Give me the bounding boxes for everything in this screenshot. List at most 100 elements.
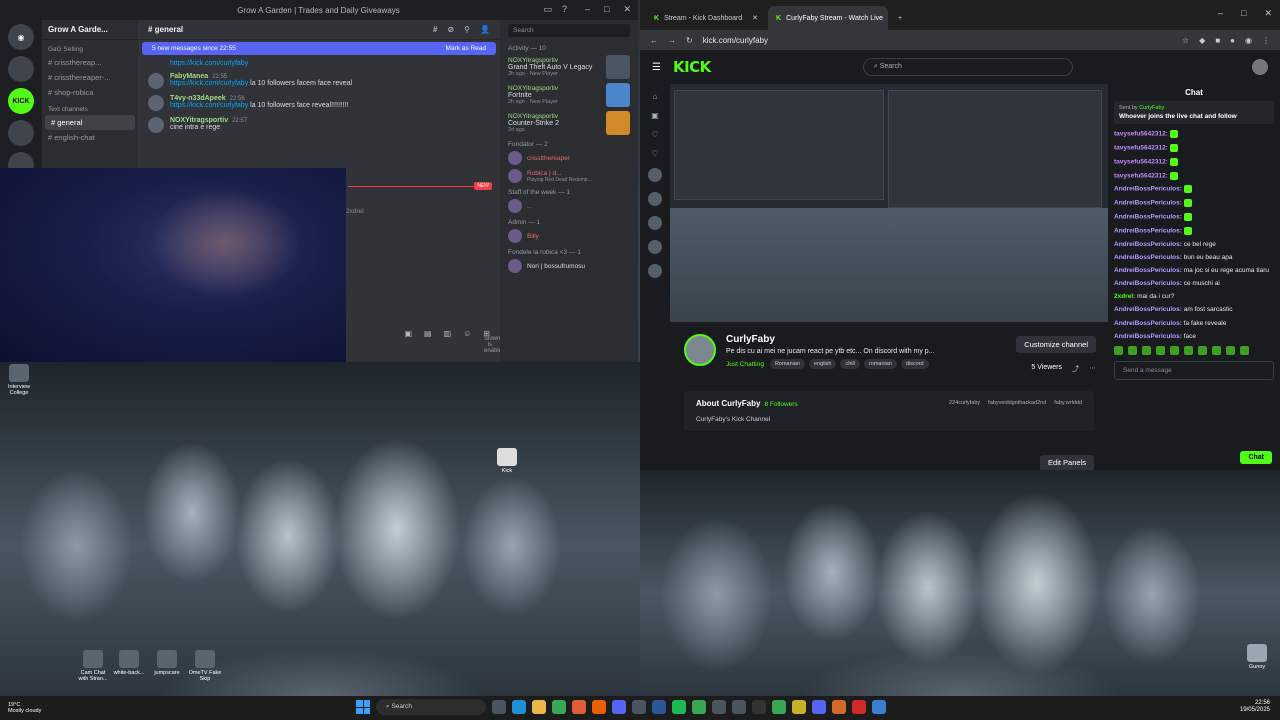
more-icon[interactable]: ⋯: [1089, 364, 1096, 374]
send-message-input[interactable]: Send a message: [1114, 360, 1274, 380]
extension-icon[interactable]: ●: [1230, 36, 1235, 45]
channel-item[interactable]: # shop-robica: [42, 85, 138, 100]
member-item[interactable]: Billy: [508, 229, 630, 243]
followed-channel-avatar[interactable]: [648, 264, 662, 278]
category-link[interactable]: Just Chatting: [726, 361, 764, 368]
mute-icon[interactable]: ⊘: [447, 25, 454, 34]
desktop-icon-white-back[interactable]: white-back...: [112, 650, 146, 676]
chat-username[interactable]: AndreiBossPericulos:: [1114, 267, 1182, 274]
channel-item[interactable]: # crissthereaper-...: [42, 70, 138, 85]
profile-icon[interactable]: ◉: [1245, 36, 1252, 45]
pin-icon[interactable]: ⚲: [464, 25, 470, 34]
new-messages-bar[interactable]: 5 new messages since 22:55 Mark as Read: [142, 42, 496, 55]
mark-as-read-button[interactable]: Mark as Read: [446, 45, 486, 52]
social-link[interactable]: 224curlyfaby: [949, 400, 980, 406]
url-field[interactable]: kick.com/curlyfaby: [703, 36, 1172, 45]
avatar[interactable]: [148, 117, 164, 133]
new-tab-button[interactable]: +: [890, 6, 910, 30]
emote-icon[interactable]: [1114, 345, 1123, 355]
server-icon[interactable]: [8, 56, 34, 82]
obs-icon[interactable]: [752, 700, 766, 714]
tag[interactable]: english: [809, 359, 837, 369]
tab-kick-dashboard[interactable]: K Stream - Kick Dashboard ✕: [646, 6, 766, 30]
emote-icon[interactable]: [1128, 345, 1137, 355]
emote-icon[interactable]: [1170, 345, 1179, 355]
chrome-icon[interactable]: [772, 700, 786, 714]
start-button[interactable]: [356, 700, 370, 714]
message-author[interactable]: NOXYitragsportiv: [170, 117, 228, 124]
kick-server-icon[interactable]: KICK: [8, 88, 34, 114]
emote-icon[interactable]: [1184, 345, 1193, 355]
app-icon[interactable]: [572, 700, 586, 714]
chrome-icon[interactable]: [692, 700, 706, 714]
app-icon[interactable]: [792, 700, 806, 714]
chat-username[interactable]: AndreiBossPericulos:: [1114, 200, 1182, 207]
task-view-icon[interactable]: [492, 700, 506, 714]
search-input[interactable]: ⌕ Search: [862, 58, 1073, 76]
weather-widget[interactable]: 19°C Mostly cloudy: [8, 702, 128, 714]
hamburger-menu-icon[interactable]: ☰: [652, 62, 661, 73]
tab-curlyfaby-stream[interactable]: KCurlyFaby Stream - Watch Live✕: [768, 6, 888, 30]
followed-channel-avatar[interactable]: [648, 216, 662, 230]
inbox-icon[interactable]: ▭: [543, 4, 552, 15]
chat-username[interactable]: tavysefu5642312:: [1114, 158, 1168, 165]
member-item[interactable]: Robica | d... Playing Red Dead Redemp...: [508, 169, 630, 183]
message-author[interactable]: FabyManea: [170, 73, 208, 80]
emote-icon[interactable]: [1198, 345, 1207, 355]
user-avatar[interactable]: [1252, 59, 1268, 75]
desktop-icon-jumpscare[interactable]: jumpscare: [150, 650, 184, 676]
members-icon[interactable]: 👤: [480, 25, 490, 34]
followed-channel-avatar[interactable]: [648, 168, 662, 182]
app-icon[interactable]: [872, 700, 886, 714]
discord-home-icon[interactable]: ◉: [8, 24, 34, 50]
emote-icon[interactable]: [1156, 345, 1165, 355]
message-link[interactable]: https://kick.com/curlyfaby: [170, 102, 248, 109]
message-link[interactable]: https://kick.com/curlyfaby: [170, 60, 248, 67]
app-icon[interactable]: [832, 700, 846, 714]
minimize-icon[interactable]: –: [585, 4, 590, 15]
social-link[interactable]: faby.wrlddd: [1054, 400, 1082, 406]
channel-item[interactable]: # crissthereap...: [42, 55, 138, 70]
chat-username[interactable]: AndreiBossPericulos:: [1114, 186, 1182, 193]
chat-username[interactable]: tavysefu5642312:: [1114, 145, 1168, 152]
browse-icon[interactable]: ▣: [651, 111, 659, 120]
chrome-icon[interactable]: [552, 700, 566, 714]
emote-icon[interactable]: [1212, 345, 1221, 355]
gift-icon[interactable]: ▣: [404, 329, 412, 338]
firefox-icon[interactable]: [592, 700, 606, 714]
desktop-icon-recycle-bin[interactable]: Gunoy: [1240, 644, 1274, 670]
maximize-icon[interactable]: □: [1241, 8, 1246, 19]
sticker-icon[interactable]: ▥: [444, 329, 452, 338]
chat-username[interactable]: AndreiBossPericulos:: [1114, 241, 1182, 248]
home-icon[interactable]: ⌂: [653, 92, 658, 101]
spotify-icon[interactable]: [672, 700, 686, 714]
taskbar-search[interactable]: ⌕ Search: [376, 699, 486, 715]
maximize-icon[interactable]: □: [604, 4, 609, 15]
chat-username[interactable]: AndreiBossPericulos:: [1114, 228, 1182, 235]
tag[interactable]: chill: [840, 359, 860, 369]
category-label[interactable]: GaG Selling: [42, 40, 138, 55]
pinned-message[interactable]: Sent by CurlyFaby Whoever joins the live…: [1114, 101, 1274, 124]
following-icon[interactable]: ♡: [651, 149, 658, 158]
chat-username[interactable]: tavysefu5642312:: [1114, 131, 1168, 138]
help-icon[interactable]: ?: [562, 4, 567, 15]
app-icon[interactable]: [632, 700, 646, 714]
extension-icon[interactable]: ■: [1215, 36, 1220, 45]
message-link[interactable]: https://kick.com/curlyfaby: [170, 80, 248, 87]
tag[interactable]: Romanian: [769, 359, 806, 369]
app-icon[interactable]: [652, 700, 666, 714]
back-icon[interactable]: ←: [650, 36, 658, 45]
extension-icon[interactable]: ◆: [1199, 36, 1205, 45]
emoji-icon[interactable]: ☺: [463, 329, 471, 338]
followed-channel-avatar[interactable]: [648, 192, 662, 206]
member-item[interactable]: crisstthereaper: [508, 151, 630, 165]
category-label[interactable]: Text channels: [42, 100, 138, 115]
app-icon[interactable]: [732, 700, 746, 714]
forward-icon[interactable]: →: [668, 36, 676, 45]
app-icon[interactable]: [612, 700, 626, 714]
chat-username[interactable]: AndreiBossPericulos:: [1114, 333, 1182, 340]
stream-player[interactable]: [670, 84, 1108, 322]
desktop-icon-kick[interactable]: Kick: [490, 448, 524, 474]
chat-username[interactable]: AndreiBossPericulos:: [1114, 214, 1182, 221]
threads-icon[interactable]: #: [433, 25, 437, 34]
